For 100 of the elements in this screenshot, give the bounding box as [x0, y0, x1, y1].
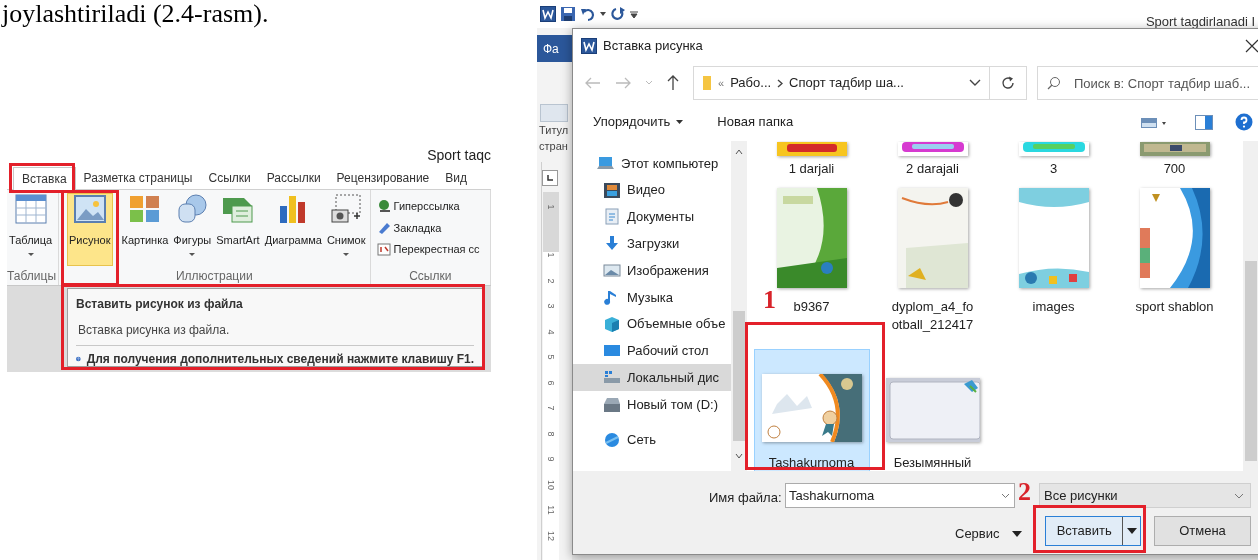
ribbon-tab[interactable]: Вид — [437, 166, 475, 189]
sidebar-item[interactable]: Рабочий стол — [573, 337, 731, 365]
refresh-button[interactable] — [990, 66, 1027, 100]
file-name-field[interactable]: Tashakurnoma — [785, 483, 1015, 508]
ribbon-tab[interactable]: Вставка — [13, 167, 76, 190]
ribbon-link-button[interactable]: Гиперссылка — [376, 198, 488, 215]
file-item[interactable]: 2 darajali — [896, 141, 969, 179]
caret-icon[interactable] — [600, 11, 606, 17]
address-bar[interactable]: « Рабо... Спорт тадбир ша... — [693, 66, 990, 100]
ribbon-tab[interactable]: Рецензирование — [328, 166, 438, 189]
tab-stop-icon[interactable] — [542, 170, 558, 186]
save-icon[interactable] — [560, 6, 576, 22]
search-icon — [1047, 76, 1061, 90]
ribbon-button[interactable]: Таблица — [7, 193, 55, 266]
ribbon-link-button[interactable]: Закладка — [376, 219, 488, 236]
file-tab[interactable]: Фа — [537, 35, 572, 62]
ruler-number: 11 — [546, 504, 556, 517]
sidebar-item[interactable]: Загрузки — [573, 230, 731, 258]
refresh-icon — [1001, 76, 1015, 90]
file-item[interactable]: dyplom_a4_football_212417 — [883, 187, 982, 335]
sidebar-item[interactable]: Новый том (D:) — [573, 391, 731, 418]
help-icon[interactable] — [1235, 113, 1253, 131]
ruler-number: 5 — [546, 353, 556, 362]
ribbon-button-label: стран — [539, 139, 569, 154]
caret-icon — [1234, 492, 1244, 499]
caret-icon[interactable] — [1126, 528, 1137, 534]
network-icon — [603, 430, 621, 448]
file-item[interactable]: 700 — [1138, 141, 1211, 179]
annotation-number: 2 — [1018, 478, 1031, 506]
path-segment[interactable]: Рабо... — [730, 73, 772, 93]
clipart-icon — [128, 194, 161, 224]
search-field[interactable]: Поиск в: Спорт тадбир шаб... — [1037, 66, 1258, 100]
sidebar-item[interactable]: Этот компьютер — [573, 150, 731, 177]
file-item[interactable]: 1 darjali — [775, 141, 848, 179]
scrollbar[interactable] — [1243, 141, 1258, 471]
file-item[interactable]: sport shablon — [1130, 187, 1219, 317]
file-type-dropdown[interactable]: Все рисунки — [1039, 483, 1251, 508]
ribbon-button[interactable]: Снимок — [324, 193, 368, 266]
ribbon-link-button[interactable]: Перекрестная сс — [376, 241, 488, 258]
tooltip-title: Вставить рисунок из файла — [76, 296, 244, 313]
document-icon — [603, 208, 621, 226]
annotation-number: 1 — [763, 286, 776, 314]
scroll-up-icon[interactable] — [735, 149, 743, 155]
file-item[interactable]: Tashakurnoma — [753, 349, 870, 471]
picture-icon — [73, 194, 106, 224]
sidebar-item[interactable]: Локальный дис — [573, 364, 731, 392]
redo-icon[interactable] — [610, 6, 626, 22]
ruler-number: 3 — [546, 302, 556, 311]
sidebar-item[interactable]: Видео — [573, 176, 731, 204]
ribbon-button[interactable]: SmartArt — [214, 193, 262, 266]
ruler-number: 2 — [546, 277, 556, 285]
ribbon-tab[interactable]: Ссылки — [200, 166, 259, 189]
group-label: Иллюстрации — [174, 268, 254, 285]
dropdown-caret-icon[interactable] — [969, 79, 981, 87]
window-title: Sport tagdirlanadi I — [1145, 13, 1255, 31]
file-item[interactable]: 3 — [1017, 141, 1090, 179]
ruler-number: 12 — [546, 529, 556, 543]
new-folder-button[interactable]: Новая папка — [717, 112, 794, 132]
ribbon-tab[interactable]: Разметка страницы — [75, 166, 201, 189]
view-icon[interactable] — [1141, 117, 1167, 129]
file-item[interactable]: b9367 — [775, 187, 848, 317]
tools-menu[interactable]: Сервис — [955, 519, 1022, 549]
caret-icon — [1011, 531, 1022, 537]
camera-icon — [330, 194, 363, 224]
file-item[interactable]: images — [1017, 187, 1090, 317]
ruler-number: 10 — [546, 478, 556, 492]
ribbon-tab[interactable]: Рассылки — [258, 166, 329, 189]
ribbon-button[interactable]: Фигуры — [171, 193, 214, 266]
file-item[interactable]: Безымянный — [884, 349, 981, 471]
scroll-down-icon[interactable] — [735, 453, 743, 459]
preview-pane-icon[interactable] — [1195, 115, 1213, 130]
cancel-button[interactable]: Отмена — [1154, 516, 1251, 546]
sidebar-item[interactable]: Документы — [573, 203, 731, 231]
up-arrow-icon[interactable] — [667, 75, 679, 91]
scrollbar[interactable] — [731, 141, 747, 471]
ruler-number: 7 — [546, 404, 556, 413]
organize-menu[interactable]: Упорядочить — [593, 112, 684, 132]
ribbon-button[interactable]: Картинка — [119, 193, 171, 266]
help-hint-text: Для получения дополнительных сведений нажмите клавишу F1. — [86, 351, 474, 368]
sidebar-item[interactable]: Музыка — [573, 284, 731, 311]
ruler-number: 6 — [546, 379, 556, 387]
path-segment[interactable]: Спорт тадбир ша... — [789, 73, 904, 93]
sidebar-item[interactable]: Сеть — [573, 425, 731, 453]
drive-icon — [603, 396, 621, 414]
ribbon-button[interactable]: Рисунок — [67, 193, 113, 266]
sidebar-item[interactable]: Изображения — [573, 257, 731, 284]
close-icon[interactable] — [1245, 39, 1258, 53]
ribbon-button[interactable]: Диаграмма — [262, 193, 324, 266]
ruler-number: 4 — [546, 328, 556, 337]
film-icon — [603, 181, 621, 199]
sidebar-item[interactable]: Объемные объе — [573, 310, 731, 338]
cross-reference-icon — [376, 241, 391, 257]
customize-icon[interactable] — [630, 9, 638, 19]
ruler-number: 1 — [546, 251, 556, 260]
ruler-number: 9 — [546, 455, 556, 464]
undo-icon[interactable] — [580, 6, 596, 22]
window-title: Sport taqc — [427, 146, 491, 165]
insert-button[interactable]: Вставить — [1045, 516, 1141, 546]
path-separator: « — [718, 75, 725, 91]
globe-link-icon — [376, 198, 391, 214]
